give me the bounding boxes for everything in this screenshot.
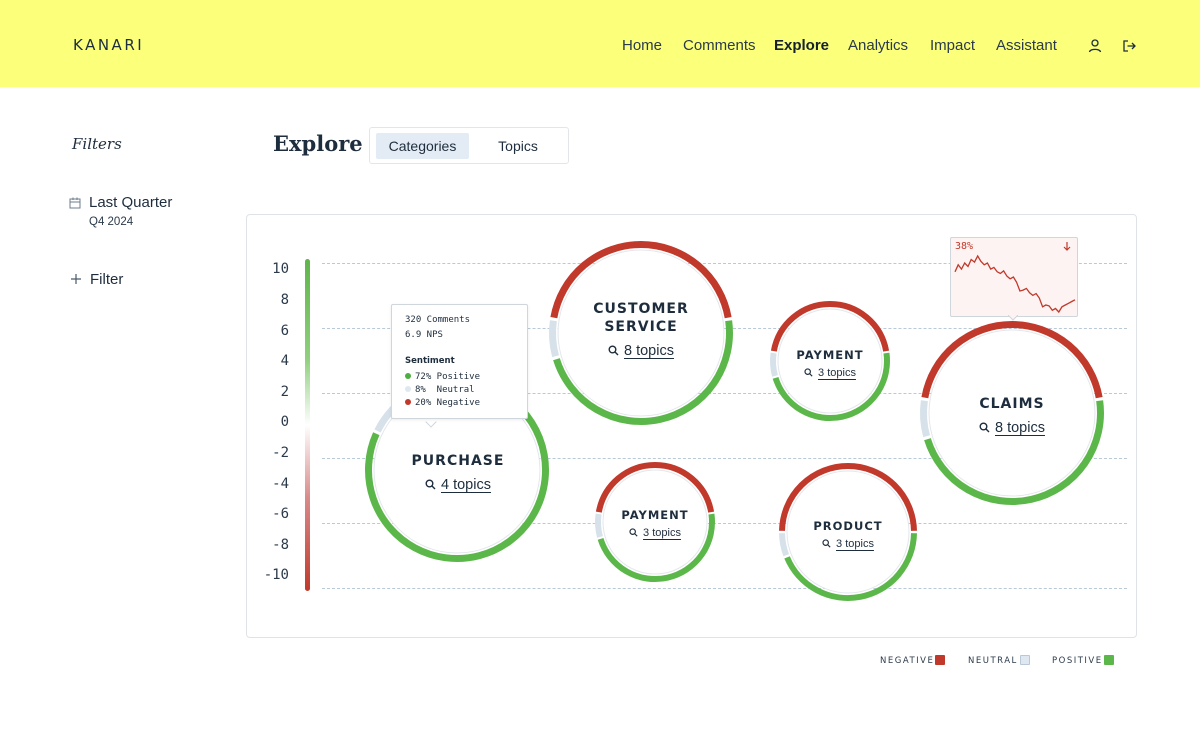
negative-dot [405,399,411,405]
search-icon [425,479,436,490]
search-icon [629,528,638,537]
popover-caret [1008,315,1018,321]
topics-link[interactable]: 4 topics [441,477,491,493]
legend-neutral-swatch [1020,655,1030,665]
topics-link[interactable]: 3 topics [643,527,681,539]
search-icon [822,539,831,548]
tooltip-row-neutral: 8% Neutral [405,385,475,395]
bubble-topics-claims[interactable]: 8 topics [937,420,1087,436]
legend-negative-swatch [935,655,945,665]
neutral-dot [405,386,411,392]
bubble-inner-circle[interactable] [602,469,708,575]
search-icon [979,422,990,433]
topics-link[interactable]: 8 topics [624,343,674,359]
topics-link[interactable]: 3 topics [836,538,874,550]
search-icon [608,345,619,356]
bubble-topics-purchase[interactable]: 4 topics [378,477,538,493]
bubble-label-claims: CLAIMS [979,396,1045,412]
tooltip-row-text: 8% Neutral [415,385,475,395]
tooltip-comments: 320 Comments [405,315,471,325]
bubble-label-product: PRODUCT [813,519,883,533]
tooltip-row-text: 72% Positive [415,372,481,382]
ring-neutral-arc [549,320,559,358]
bubble-tooltip: 320 Comments 6.9 NPS Sentiment 72% Posit… [391,304,528,419]
tooltip-nps: 6.9 NPS [405,330,443,340]
bubble-label-customer-service: CUSTOMER SERVICE [593,301,689,335]
bubble-topics-customer-service[interactable]: 8 topics [566,343,716,359]
positive-dot [405,373,411,379]
ring-neutral-arc [920,400,930,438]
topics-link[interactable]: 3 topics [818,367,856,379]
legend-positive-swatch [1104,655,1114,665]
legend-negative-label: NEGATIVE [880,656,935,666]
bubble-topics-payment[interactable]: 3 topics [775,367,885,379]
bubble-label-payment: PAYMENT [796,348,864,362]
topics-link[interactable]: 8 topics [995,420,1045,436]
legend-neutral-label: NEUTRAL [968,656,1018,666]
tooltip-row-positive: 72% Positive [405,372,480,382]
bubble-inner-circle[interactable] [928,329,1096,497]
sparkline-path [954,254,1076,314]
tooltip-row-negative: 20% Negative [405,398,480,408]
bubble-label-purchase: PURCHASE [411,453,505,469]
ring-neutral-arc [779,532,790,557]
bubble-topics-product[interactable]: 3 topics [788,538,908,550]
bubble-topics-payment[interactable]: 3 topics [600,527,710,539]
bubble-chart [365,241,1104,601]
search-icon [804,368,813,377]
legend-positive-label: POSITIVE [1052,656,1103,666]
sparkline [954,254,1076,314]
bubble-label-payment: PAYMENT [621,508,689,522]
tooltip-heading: Sentiment [405,356,455,366]
trend-popover: 38% [950,237,1078,317]
tooltip-row-text: 20% Negative [415,398,481,408]
